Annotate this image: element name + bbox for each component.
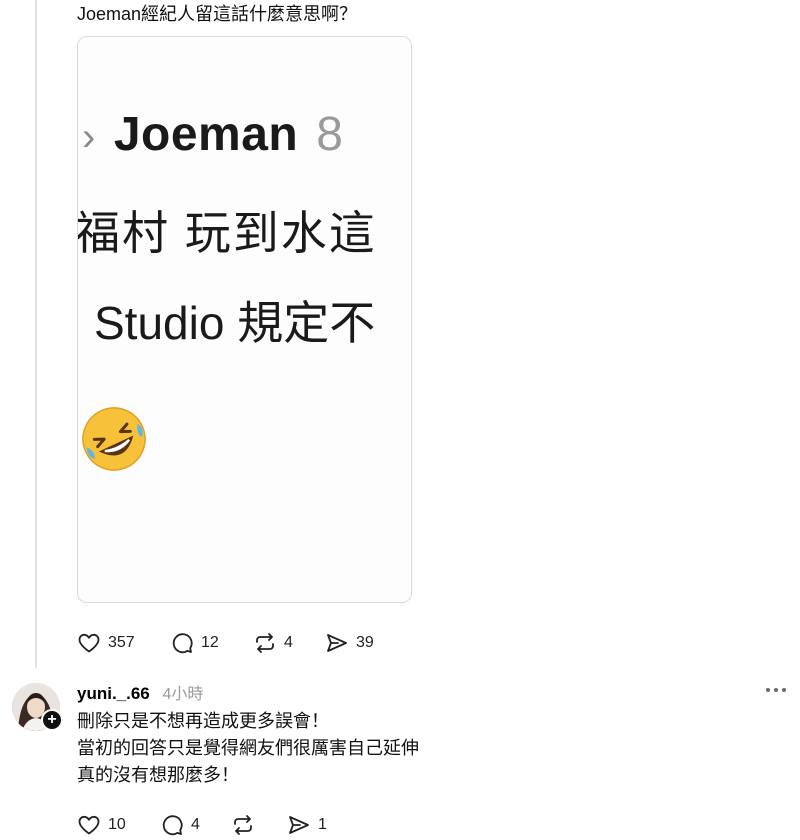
more-dot bbox=[782, 688, 786, 692]
chevron-right-icon: › bbox=[82, 115, 96, 159]
heart-icon bbox=[78, 815, 100, 835]
reply-header: yuni._.66 4小時 bbox=[77, 680, 203, 704]
rolling-laughing-emoji-icon bbox=[82, 407, 146, 471]
reply-like-button[interactable]: 10 bbox=[77, 813, 126, 837]
thread-line bbox=[35, 0, 37, 668]
like-button[interactable]: 357 bbox=[77, 631, 135, 655]
post-image[interactable]: › Joeman 8 福村 玩到水這 Studio 規定不 bbox=[77, 36, 412, 603]
more-dot bbox=[774, 688, 778, 692]
like-count: 357 bbox=[108, 634, 135, 651]
follow-plus-icon[interactable]: + bbox=[41, 709, 63, 731]
reply-repost-button[interactable] bbox=[231, 813, 262, 837]
post-text: Joeman經紀人留這話什麼意思啊？ bbox=[77, 4, 358, 24]
reply-line-3: 真的沒有想那麼多！ bbox=[77, 765, 239, 785]
reply-comment-count: 4 bbox=[191, 816, 200, 833]
repost-button[interactable]: 4 bbox=[253, 631, 293, 655]
image-text-name: Joeman bbox=[113, 108, 299, 161]
reply-line-1: 刪除只是不想再造成更多誤會！ bbox=[77, 711, 329, 731]
image-text-line-1: › Joeman 8 bbox=[82, 107, 343, 162]
repost-arrows-icon bbox=[256, 633, 274, 653]
reply-line-2: 當初的回答只是覺得網友們很厲害自己延伸 bbox=[77, 738, 419, 758]
comment-button[interactable]: 12 bbox=[170, 631, 219, 655]
reply-share-count: 1 bbox=[318, 816, 327, 833]
timestamp: 4小時 bbox=[162, 686, 204, 703]
send-arrow-icon bbox=[327, 634, 347, 652]
image-text-line-2: 福村 玩到水這 bbox=[77, 207, 377, 259]
send-arrow-icon bbox=[289, 816, 309, 834]
repost-arrows-icon bbox=[234, 815, 252, 835]
reply-text: 刪除只是不想再造成更多誤會！ 當初的回答只是覺得網友們很厲害自己延伸 真的沒有想… bbox=[77, 708, 419, 789]
username[interactable]: yuni._.66 bbox=[77, 684, 150, 703]
heart-icon bbox=[78, 633, 100, 653]
more-options-button[interactable] bbox=[766, 680, 798, 700]
comment-count: 12 bbox=[201, 634, 219, 651]
reply-comment-button[interactable]: 4 bbox=[160, 813, 200, 837]
comment-bubble-icon bbox=[172, 633, 193, 654]
share-button[interactable]: 39 bbox=[325, 631, 374, 655]
more-dots-icon bbox=[766, 688, 770, 692]
reply-share-button[interactable]: 1 bbox=[287, 813, 327, 837]
comment-bubble-icon bbox=[162, 815, 183, 836]
reply-like-count: 10 bbox=[108, 816, 126, 833]
image-text-count: 8 bbox=[316, 108, 344, 161]
share-count: 39 bbox=[356, 634, 374, 651]
image-text-line-3: Studio 規定不 bbox=[94, 297, 376, 349]
repost-count: 4 bbox=[284, 634, 293, 651]
